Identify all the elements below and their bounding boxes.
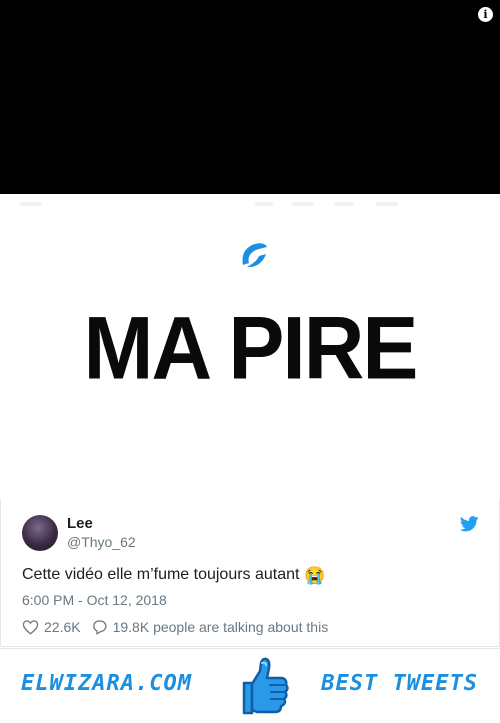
thumbs-up-icon bbox=[242, 657, 289, 715]
crying-emoji: 😭 bbox=[303, 566, 326, 585]
user-handle[interactable]: @Thyo_62 bbox=[67, 534, 136, 550]
faint-artifact bbox=[20, 202, 42, 206]
tweet-timestamp[interactable]: 6:00 PM - Oct 12, 2018 bbox=[22, 592, 167, 608]
faint-artifact bbox=[376, 202, 398, 206]
play-logo-icon bbox=[242, 243, 267, 268]
tweet-body: Cette vidéo elle m’fume toujours autant bbox=[22, 566, 300, 583]
site-name[interactable]: ELWIZARA.COM bbox=[21, 671, 192, 696]
twitter-bird-icon[interactable] bbox=[460, 516, 479, 532]
heart-icon[interactable] bbox=[22, 619, 39, 635]
avatar[interactable] bbox=[22, 515, 58, 551]
user-name[interactable]: Lee bbox=[67, 515, 93, 532]
like-count[interactable]: 22.6K bbox=[44, 618, 81, 636]
talking-count[interactable]: 19.8K people are talking about this bbox=[113, 618, 329, 636]
tweet-card[interactable]: Lee @Thyo_62 Cette vidéo elle m’fume tou… bbox=[0, 500, 500, 647]
media-preview[interactable]: i MA PIRE bbox=[0, 0, 500, 500]
tweet-text: Cette vidéo elle m’fume toujours autant … bbox=[22, 566, 325, 586]
tweet-actions: 22.6K 19.8K people are talking about thi… bbox=[22, 618, 328, 636]
faint-artifact bbox=[334, 202, 354, 206]
info-icon[interactable]: i bbox=[478, 7, 493, 22]
video-black-band bbox=[0, 0, 500, 194]
tagline: BEST TWEETS bbox=[321, 671, 478, 696]
footer-banner: ELWIZARA.COM BEST TWEETS bbox=[0, 648, 500, 723]
reply-icon[interactable] bbox=[91, 619, 108, 635]
video-title-text: MA PIRE bbox=[83, 298, 419, 398]
faint-artifact bbox=[255, 202, 273, 206]
faint-artifact bbox=[292, 202, 314, 206]
